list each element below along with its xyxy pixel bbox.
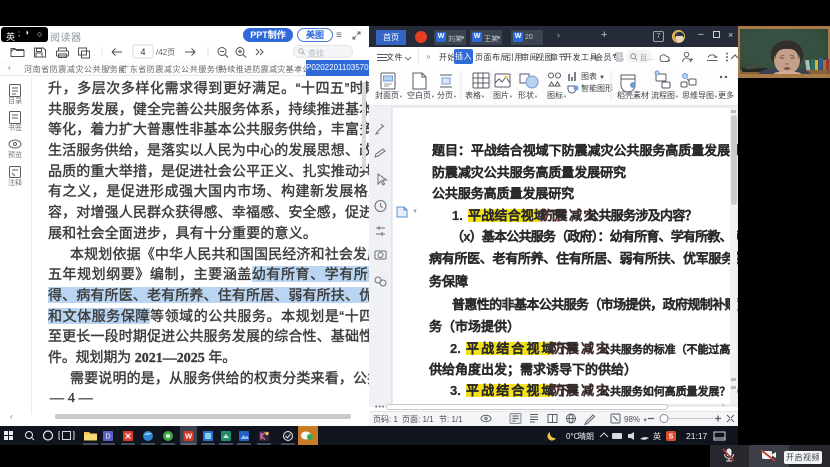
svg-text:英: 英 bbox=[653, 431, 661, 441]
svg-text:D: D bbox=[105, 434, 110, 441]
svg-text:98% ▼: 98% ▼ bbox=[624, 415, 648, 424]
svg-text:S: S bbox=[669, 434, 674, 441]
svg-text:智能图形: 智能图形 bbox=[581, 83, 613, 93]
svg-text:4: 4 bbox=[140, 47, 145, 57]
svg-text:W: W bbox=[185, 432, 193, 441]
svg-text:21:17: 21:17 bbox=[686, 431, 708, 441]
svg-text:▼: ▼ bbox=[599, 75, 605, 81]
svg-text:图表: 图表 bbox=[581, 71, 597, 81]
